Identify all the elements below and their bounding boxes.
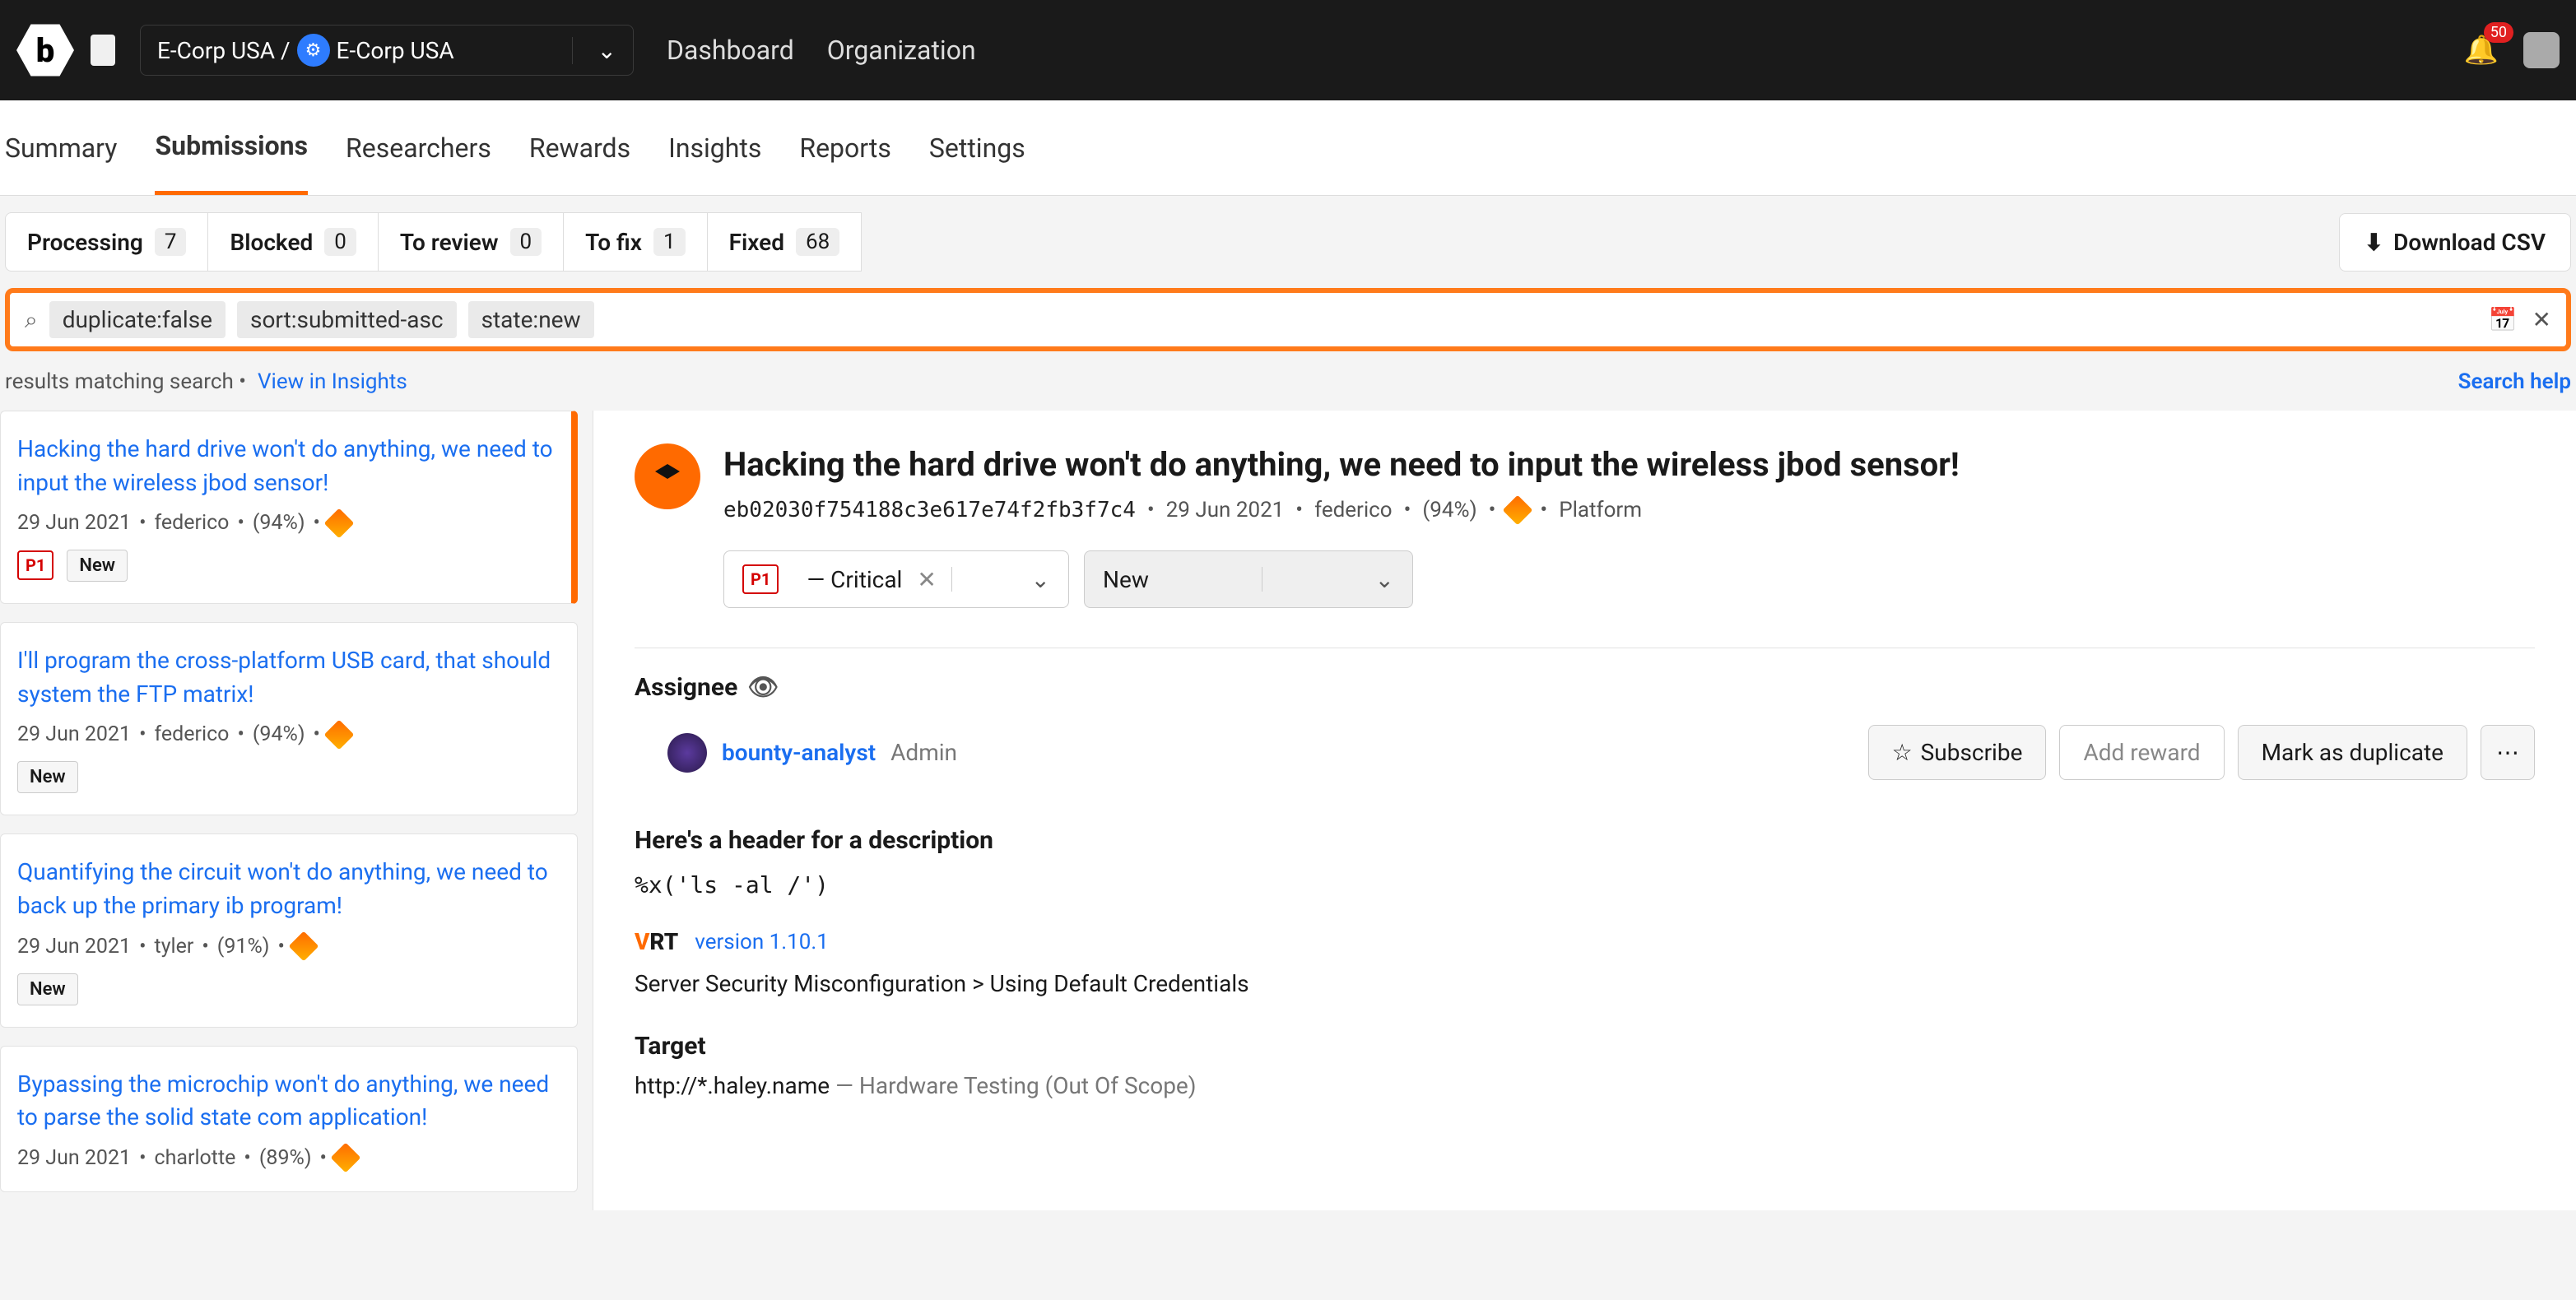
submission-list: Hacking the hard drive won't do anything… (0, 411, 593, 1210)
download-icon: ⬇ (2364, 229, 2383, 256)
filter-to-fix[interactable]: To fix 1 (564, 212, 707, 272)
researcher-avatar[interactable] (635, 443, 700, 509)
tab-settings[interactable]: Settings (929, 103, 1025, 193)
submission-title: Hacking the hard drive won't do anything… (723, 443, 2535, 486)
more-icon: ⋯ (2496, 739, 2519, 766)
add-reward-button[interactable]: Add reward (2059, 725, 2224, 780)
target-label: Target (635, 1032, 2535, 1061)
search-chip[interactable]: state:new (468, 301, 594, 338)
tab-submissions[interactable]: Submissions (155, 100, 308, 195)
cube-icon (653, 462, 682, 491)
bugcrowd-logo[interactable]: b (16, 21, 74, 79)
breadcrumb-org: E-Corp USA / (157, 37, 291, 64)
status-badge: New (17, 973, 78, 1005)
visibility-off-icon[interactable]: 👁 (747, 673, 779, 702)
subscribe-button[interactable]: ☆Subscribe (1868, 725, 2047, 780)
priority-badge: P1 (17, 550, 53, 580)
user-avatar[interactable] (2523, 32, 2560, 68)
clear-priority-icon[interactable]: ✕ (917, 566, 936, 593)
chevron-down-icon[interactable]: ⌄ (1031, 566, 1050, 593)
results-bar: results matching search • View in Insigh… (0, 358, 2576, 411)
submission-pct: (94%) (1422, 498, 1476, 522)
status-badge: New (67, 550, 128, 582)
target-url: http://*.haley.name (635, 1072, 830, 1099)
submission-card-meta: 29 Jun 2021•charlotte•(89%)• (17, 1146, 560, 1170)
mark-duplicate-button[interactable]: Mark as duplicate (2238, 725, 2467, 780)
assignee-avatar[interactable] (667, 733, 707, 773)
more-actions-button[interactable]: ⋯ (2481, 725, 2535, 780)
vrt-version-link[interactable]: version 1.10.1 (695, 930, 829, 954)
tab-researchers[interactable]: Researchers (346, 103, 491, 193)
cube-icon (289, 931, 319, 962)
vrt-path: Server Security Misconfiguration > Using… (635, 970, 2535, 997)
clear-search-icon[interactable]: ✕ (2532, 306, 2551, 333)
nav-organization[interactable]: Organization (827, 35, 976, 66)
tab-reports[interactable]: Reports (799, 103, 891, 193)
cube-icon (1503, 495, 1533, 526)
submission-card-title: I'll program the cross-platform USB card… (17, 644, 560, 711)
search-input[interactable] (606, 307, 2477, 333)
notifications-bell-icon[interactable]: 🔔50 (2464, 34, 2499, 67)
submission-card[interactable]: Bypassing the microchip won't do anythin… (0, 1046, 578, 1192)
filter-to-review[interactable]: To review 0 (379, 212, 564, 272)
filter-fixed[interactable]: Fixed 68 (708, 212, 863, 272)
topbar: b E-Corp USA / ⚙ E-Corp USA ⌄ Dashboard … (0, 0, 2576, 100)
results-text: results matching search • (5, 369, 246, 394)
tab-insights[interactable]: Insights (668, 103, 761, 193)
breadcrumb[interactable]: E-Corp USA / ⚙ E-Corp USA ⌄ (140, 25, 634, 76)
gear-icon: ⚙ (297, 34, 330, 67)
submission-card-meta: 29 Jun 2021•tyler•(91%)• (17, 935, 560, 959)
download-csv-button[interactable]: ⬇ Download CSV (2339, 213, 2571, 272)
filter-blocked[interactable]: Blocked 0 (208, 212, 378, 272)
search-chip[interactable]: sort:submitted-asc (237, 301, 457, 338)
filter-processing[interactable]: Processing 7 (5, 212, 208, 272)
search-chip[interactable]: duplicate:false (49, 301, 226, 338)
search-help-link[interactable]: Search help (2458, 369, 2571, 394)
description-header: Here's a header for a description (635, 826, 2535, 855)
submission-card-meta: 29 Jun 2021•federico•(94%)• (17, 722, 560, 746)
breadcrumb-current: E-Corp USA (337, 37, 454, 64)
vrt-badge: VRT (635, 928, 678, 955)
submission-card-title: Quantifying the circuit won't do anythin… (17, 856, 560, 922)
submission-card-meta: 29 Jun 2021•federico•(94%)• (17, 511, 555, 535)
submission-card[interactable]: I'll program the cross-platform USB card… (0, 622, 578, 815)
submission-author: federico (1314, 498, 1393, 522)
search-bar[interactable]: ⌕ duplicate:false sort:submitted-asc sta… (5, 288, 2571, 351)
nav-dashboard[interactable]: Dashboard (667, 35, 794, 66)
top-nav: Dashboard Organization (667, 35, 976, 66)
tab-summary[interactable]: Summary (5, 103, 117, 193)
assignee-name[interactable]: bounty-analyst (722, 739, 876, 766)
cube-icon (324, 719, 355, 750)
chevron-down-icon[interactable]: ⌄ (572, 37, 616, 64)
calendar-icon[interactable]: 📅 (2489, 306, 2518, 333)
chevron-down-icon[interactable]: ⌄ (1375, 566, 1394, 593)
star-icon: ☆ (1892, 739, 1913, 766)
submission-date: 29 Jun 2021 (1166, 498, 1285, 522)
view-in-insights-link[interactable]: View in Insights (258, 369, 407, 394)
priority-selector[interactable]: P1 — Critical ✕ ⌄ (723, 550, 1069, 608)
assignee-role: Admin (890, 739, 957, 766)
status-badge: New (17, 761, 78, 793)
priority-badge: P1 (742, 564, 779, 594)
target-scope: — Hardware Testing (Out Of Scope) (835, 1072, 1196, 1099)
submission-hash: eb02030f754188c3e617e74f2fb3f7c4 (723, 498, 1136, 522)
submission-card-title: Hacking the hard drive won't do anything… (17, 433, 555, 499)
cube-icon (331, 1143, 361, 1173)
document-icon[interactable] (91, 35, 115, 66)
submission-platform: Platform (1559, 498, 1642, 522)
submission-detail: Hacking the hard drive won't do anything… (593, 411, 2576, 1210)
notification-count: 50 (2484, 22, 2513, 43)
description-code: %x('ls -al /') (635, 871, 2535, 898)
submission-card[interactable]: Quantifying the circuit won't do anythin… (0, 833, 578, 1027)
cube-icon (324, 508, 355, 538)
submission-card[interactable]: Hacking the hard drive won't do anything… (0, 411, 578, 604)
submission-card-title: Bypassing the microchip won't do anythin… (17, 1068, 560, 1135)
state-selector[interactable]: New ⌄ (1084, 550, 1413, 608)
search-icon: ⌕ (25, 306, 38, 334)
filter-bar: Processing 7 Blocked 0 To review 0 To fi… (0, 196, 2576, 288)
tab-rewards[interactable]: Rewards (529, 103, 630, 193)
assignee-label: Assignee (635, 673, 737, 702)
program-tabs: Summary Submissions Researchers Rewards … (0, 100, 2576, 196)
